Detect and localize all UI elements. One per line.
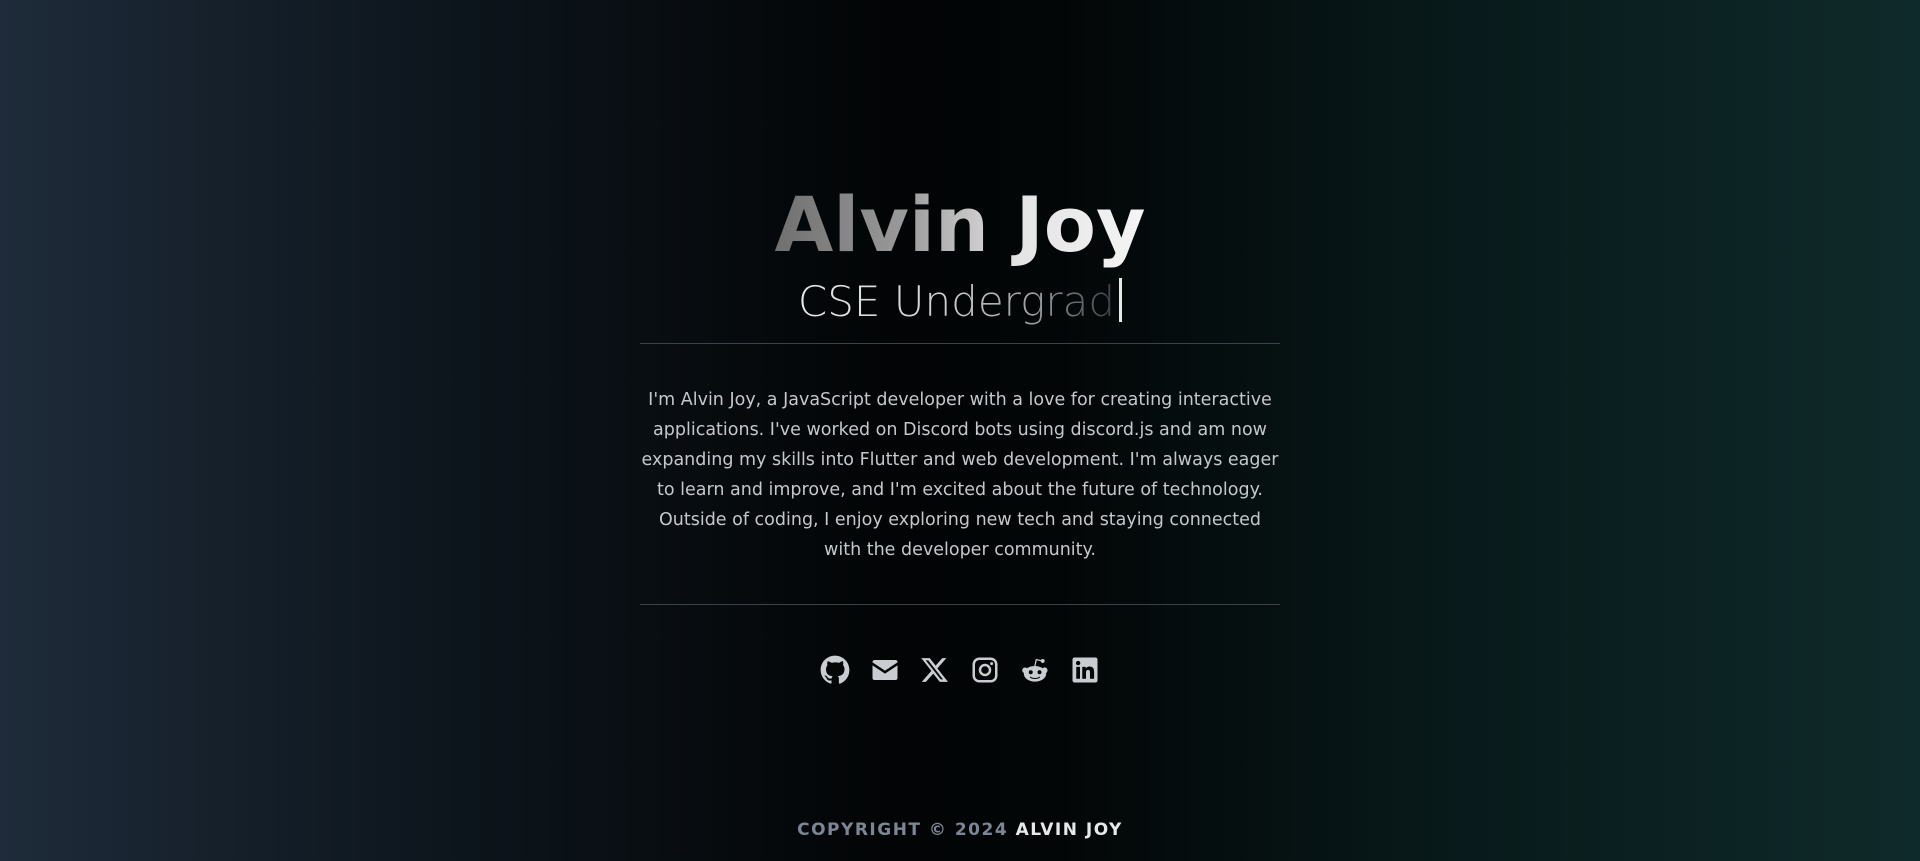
envelope-icon xyxy=(872,660,898,680)
instagram-link[interactable] xyxy=(969,650,1001,690)
instagram-icon xyxy=(972,657,998,683)
role-wrap: CSE Undergrad xyxy=(0,272,1920,332)
bio-text: I'm Alvin Joy, a JavaScript developer wi… xyxy=(641,390,1279,560)
email-link[interactable] xyxy=(869,650,901,690)
footer: COPYRIGHT © 2024 ALVIN JOY xyxy=(0,820,1920,840)
social-links xyxy=(0,650,1920,690)
footer-owner: ALVIN JOY xyxy=(1015,820,1123,840)
divider-bottom xyxy=(640,604,1280,605)
github-link[interactable] xyxy=(819,650,851,690)
typing-caret xyxy=(1119,278,1123,322)
x-twitter-link[interactable] xyxy=(919,650,951,690)
github-icon xyxy=(820,655,850,684)
linkedin-icon xyxy=(1072,657,1098,683)
typed-role: CSE Undergrad xyxy=(798,272,1115,332)
reddit-icon xyxy=(1022,658,1048,682)
x-twitter-icon xyxy=(921,658,948,682)
reddit-link[interactable] xyxy=(1019,650,1051,690)
linkedin-link[interactable] xyxy=(1069,650,1101,690)
name-wrap: Alvin Joy xyxy=(0,180,1920,270)
page-title: Alvin Joy xyxy=(774,180,1146,269)
divider-top xyxy=(640,343,1280,344)
footer-copyright: COPYRIGHT © 2024 xyxy=(797,820,1009,840)
